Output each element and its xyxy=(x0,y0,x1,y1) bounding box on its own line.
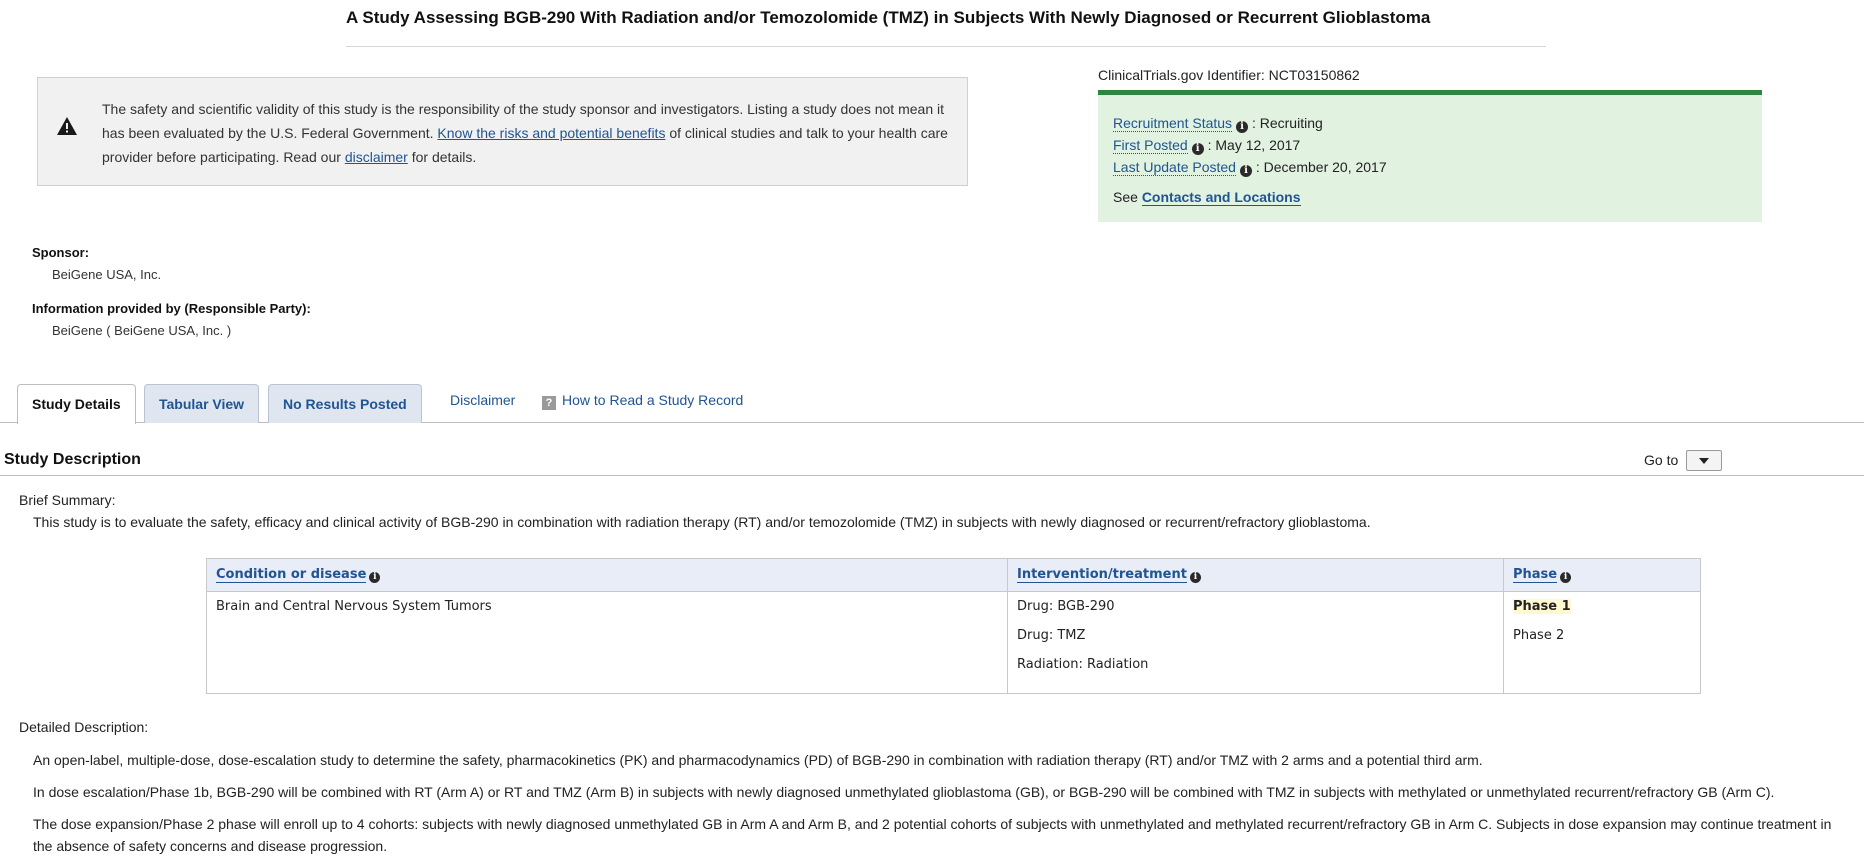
contacts-row: See Contacts and Locations xyxy=(1113,189,1301,206)
info-icon[interactable]: i xyxy=(1239,165,1252,177)
condition-cell: Brain and Central Nervous System Tumors xyxy=(206,591,1008,694)
table-header-row: Condition or disease i Intervention/treat… xyxy=(206,558,1701,592)
warning-icon xyxy=(57,117,77,135)
recruitment-status-row: Recruitment Status i : Recruiting xyxy=(1113,115,1323,133)
last-update-value: : December 20, 2017 xyxy=(1255,159,1387,175)
recruitment-status-value: : Recruiting xyxy=(1251,115,1323,131)
status-panel: Recruitment Status i : Recruiting First P… xyxy=(1098,90,1762,222)
help-icon: ? xyxy=(542,396,556,410)
detailed-description-label: Detailed Description: xyxy=(19,719,149,735)
responsible-party-label: Information provided by (Responsible Par… xyxy=(32,301,311,316)
info-icon[interactable]: i xyxy=(1560,572,1572,583)
identifier-label: ClinicalTrials.gov Identifier: xyxy=(1098,67,1269,83)
last-update-row: Last Update Posted i : December 20, 2017 xyxy=(1113,159,1387,177)
condition-header-label: Condition or disease xyxy=(216,567,367,583)
contacts-locations-link[interactable]: Contacts and Locations xyxy=(1141,189,1301,206)
intervention-header-label: Intervention/treatment xyxy=(1017,567,1187,583)
phase-header[interactable]: Phase i xyxy=(1503,558,1701,592)
study-identifier: ClinicalTrials.gov Identifier: NCT031508… xyxy=(1098,67,1360,83)
section-title: Study Description xyxy=(4,451,141,468)
info-icon[interactable]: i xyxy=(1191,143,1204,155)
intervention-item: Drug: BGB-290 xyxy=(1017,599,1115,614)
first-posted-label[interactable]: First Posted xyxy=(1113,137,1188,154)
brief-summary-text: This study is to evaluate the safety, ef… xyxy=(33,514,1371,530)
conditions-table: Condition or disease i Intervention/treat… xyxy=(206,558,1701,694)
sponsor-value: BeiGene USA, Inc. xyxy=(52,267,162,282)
intervention-cell: Drug: BGB-290 Drug: TMZ Radiation: Radia… xyxy=(1007,591,1504,694)
first-posted-row: First Posted i : May 12, 2017 xyxy=(1113,137,1300,155)
tab-no-results-posted[interactable]: No Results Posted xyxy=(268,384,422,423)
disclaimer-notice: The safety and scientific validity of th… xyxy=(37,77,968,186)
info-icon[interactable]: i xyxy=(1189,572,1201,583)
phase-cell: Phase 1 Phase 2 xyxy=(1503,591,1701,694)
detailed-description-paragraph: The dose expansion/Phase 2 phase will en… xyxy=(33,816,1832,854)
identifier-value: NCT03150862 xyxy=(1268,67,1360,83)
tab-tabular-view[interactable]: Tabular View xyxy=(144,384,260,423)
sponsor-label: Sponsor: xyxy=(32,245,90,260)
tab-study-details[interactable]: Study Details xyxy=(17,384,136,424)
how-to-read-link[interactable]: ? How to Read a Study Record xyxy=(542,392,743,410)
recruitment-status-label[interactable]: Recruitment Status xyxy=(1113,115,1233,132)
first-posted-value: : May 12, 2017 xyxy=(1207,137,1301,153)
disclaimer-link[interactable]: disclaimer xyxy=(345,149,408,165)
info-icon[interactable]: i xyxy=(1236,121,1249,133)
title-divider xyxy=(346,46,1546,47)
last-update-label[interactable]: Last Update Posted xyxy=(1113,159,1236,176)
responsible-party-value: BeiGene ( BeiGene USA, Inc. ) xyxy=(52,323,232,338)
see-prefix: See xyxy=(1113,189,1142,205)
chevron-down-icon xyxy=(1699,458,1709,464)
detailed-description-paragraph: In dose escalation/Phase 1b, BGB-290 wil… xyxy=(33,784,1775,800)
goto-dropdown[interactable] xyxy=(1686,450,1722,471)
phase-header-label: Phase xyxy=(1513,567,1558,583)
intervention-item: Radiation: Radiation xyxy=(1017,657,1149,672)
disclaimer-text-part: for details. xyxy=(407,149,477,165)
intervention-item: Drug: TMZ xyxy=(1017,628,1086,643)
condition-value: Brain and Central Nervous System Tumors xyxy=(216,599,492,614)
goto-label: Go to xyxy=(1644,452,1679,468)
brief-summary-label: Brief Summary: xyxy=(19,492,116,508)
study-title: A Study Assessing BGB-290 With Radiation… xyxy=(346,8,1431,27)
section-divider xyxy=(0,475,1864,476)
phase-item-highlighted: Phase 1 xyxy=(1513,599,1571,614)
how-to-read-label: How to Read a Study Record xyxy=(562,392,744,408)
disclaimer-tab-link[interactable]: Disclaimer xyxy=(450,392,515,408)
detailed-description-paragraph: An open-label, multiple-dose, dose-escal… xyxy=(33,752,1483,768)
table-row: Brain and Central Nervous System Tumors … xyxy=(206,591,1701,694)
risks-benefits-link[interactable]: Know the risks and potential benefits xyxy=(437,125,665,141)
condition-header[interactable]: Condition or disease i xyxy=(206,558,1008,592)
disclaimer-text: The safety and scientific validity of th… xyxy=(102,97,952,169)
info-icon[interactable]: i xyxy=(369,572,381,583)
phase-item: Phase 2 xyxy=(1513,628,1565,643)
intervention-header[interactable]: Intervention/treatment i xyxy=(1007,558,1504,592)
